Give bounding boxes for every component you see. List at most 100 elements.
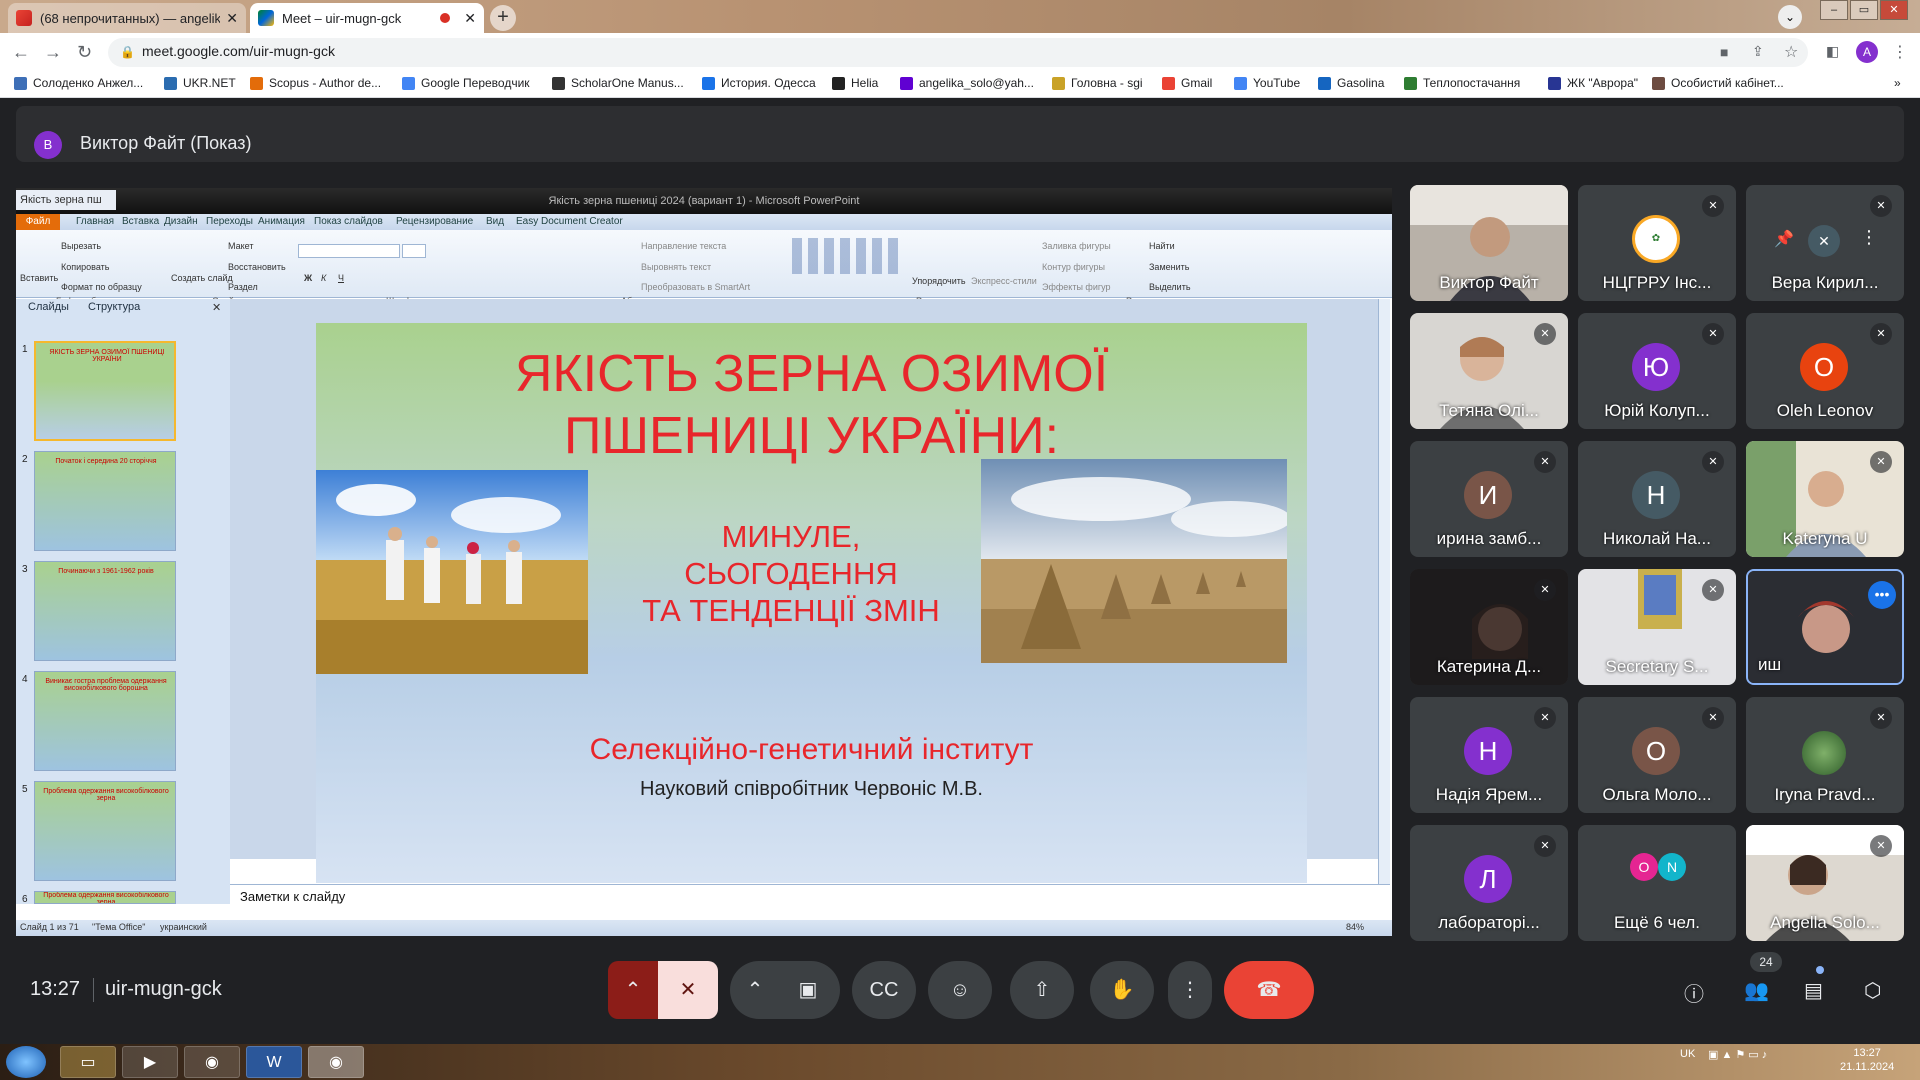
address-bar[interactable]: [108, 38, 1808, 67]
pp-menu-item[interactable]: Вставка: [122, 216, 159, 227]
pp-underline-button[interactable]: Ч: [338, 273, 344, 283]
tray-icons[interactable]: ▣ ▲ ⚑ ▭ ♪: [1708, 1048, 1767, 1061]
pp-italic-button[interactable]: К: [321, 273, 326, 283]
pp-shape-outline[interactable]: Контур фигуры: [1042, 262, 1105, 272]
pp-paste[interactable]: Вставить: [20, 273, 58, 283]
bookmark-item[interactable]: Gasolina: [1318, 76, 1384, 90]
reload-icon[interactable]: ↻: [77, 42, 92, 63]
explorer-icon[interactable]: ▭: [60, 1046, 116, 1078]
pp-notes-area[interactable]: [230, 884, 1390, 910]
side-panel-icon[interactable]: ◧: [1826, 43, 1839, 60]
more-options-button[interactable]: ⋮: [1168, 961, 1212, 1019]
word-icon[interactable]: W: [246, 1046, 302, 1078]
profile-avatar[interactable]: A: [1856, 41, 1878, 63]
pp-shapes-gallery[interactable]: [792, 238, 902, 274]
pp-menu-item[interactable]: Дизайн: [164, 216, 198, 227]
pp-font-name-input[interactable]: [298, 244, 400, 258]
url-text[interactable]: meet.google.com/uir-mugn-gck: [142, 43, 335, 59]
more-options-icon[interactable]: ⋮: [1860, 227, 1878, 248]
participant-tile[interactable]: ✕ Ю Юрій Колуп...: [1578, 313, 1736, 429]
close-icon[interactable]: ✕: [464, 10, 476, 27]
pp-menu-item[interactable]: Анимация: [258, 216, 305, 227]
slide-thumb[interactable]: Проблема одержання високобілкового зерна: [34, 891, 176, 904]
bookmark-item[interactable]: Теплопостачання: [1404, 76, 1520, 90]
audio-options-button[interactable]: ⌃: [608, 961, 658, 1019]
bookmark-item[interactable]: Helia: [832, 76, 878, 90]
bookmark-item[interactable]: Особистий кабінет...: [1652, 76, 1784, 90]
slide-thumb[interactable]: Починаючи з 1961-1962 років: [34, 561, 176, 661]
tray-lang[interactable]: UK: [1680, 1048, 1695, 1060]
pp-shape-effects[interactable]: Эффекты фигур: [1042, 282, 1111, 292]
participant-tile[interactable]: ✕ О Ольга Моло...: [1578, 697, 1736, 813]
participant-tile[interactable]: ✕ Kateryna U: [1746, 441, 1904, 557]
more-options-icon[interactable]: •••: [1868, 581, 1896, 609]
video-options-button[interactable]: ⌃: [730, 961, 780, 1019]
bookmark-item[interactable]: angelika_solo@yah...: [900, 76, 1034, 90]
participant-tile[interactable]: ✕ Л лабораторі...: [1410, 825, 1568, 941]
new-tab-button[interactable]: +: [490, 5, 516, 31]
pp-quick-styles[interactable]: Экспресс-стили: [971, 276, 1037, 286]
slide-thumb[interactable]: Виникає гостра проблема одержання високо…: [34, 671, 176, 771]
bookmarks-overflow-icon[interactable]: »: [1894, 76, 1901, 90]
more-participants-tile[interactable]: O N Ещё 6 чел.: [1578, 825, 1736, 941]
leave-call-button[interactable]: ☎: [1224, 961, 1314, 1019]
close-window-button[interactable]: ✕: [1880, 0, 1908, 20]
pp-tab-outline[interactable]: Структура: [88, 301, 140, 313]
bookmark-star-icon[interactable]: ☆: [1784, 42, 1798, 62]
activities-icon[interactable]: ⬡: [1864, 978, 1881, 1003]
captions-button[interactable]: CC: [852, 961, 916, 1019]
pp-cut[interactable]: Вырезать: [61, 241, 101, 251]
bookmark-item[interactable]: ЖК "Аврора": [1548, 76, 1638, 90]
pp-format-painter[interactable]: Формат по образцу: [61, 282, 142, 292]
raise-hand-button[interactable]: ✋: [1090, 961, 1154, 1019]
slide-thumb[interactable]: ЯКІСТЬ ЗЕРНА ОЗИМОЇ ПШЕНИЦІ УКРАЇНИ: [34, 341, 176, 441]
slide-thumb[interactable]: Початок і середина 20 сторіччя: [34, 451, 176, 551]
close-icon[interactable]: ✕: [212, 301, 221, 314]
bookmark-item[interactable]: История. Одесса: [702, 76, 816, 90]
info-icon[interactable]: ⓘ: [1684, 978, 1704, 1007]
mic-toggle-button[interactable]: ✕: [658, 961, 718, 1019]
pp-new-slide[interactable]: Создать слайд: [171, 273, 233, 283]
pp-shape-fill[interactable]: Заливка фигуры: [1042, 241, 1111, 251]
participant-tile[interactable]: ✕ Angella Solo...: [1746, 825, 1904, 941]
participant-tile[interactable]: ✕ Secretary S...: [1578, 569, 1736, 685]
pp-menu-item[interactable]: Easy Document Creator: [516, 216, 623, 227]
back-icon[interactable]: ←: [12, 42, 30, 63]
bookmark-item[interactable]: Scopus - Author de...: [250, 76, 381, 90]
people-icon[interactable]: 👥: [1744, 978, 1769, 1003]
pp-text-direction[interactable]: Направление текста: [641, 241, 726, 251]
chrome-active-icon[interactable]: ◉: [308, 1046, 364, 1078]
pp-menu-item[interactable]: Рецензирование: [396, 216, 473, 227]
participant-tile[interactable]: Виктор Файт: [1410, 185, 1568, 301]
bookmark-item[interactable]: Gmail: [1162, 76, 1212, 90]
camera-toggle-button[interactable]: ▣: [776, 961, 840, 1019]
participant-tile[interactable]: ✕ 📌 ✕ ⋮ Вера Кирил...: [1746, 185, 1904, 301]
pp-menu-item[interactable]: Вид: [486, 216, 504, 227]
pp-reset[interactable]: Восстановить: [228, 262, 286, 272]
bookmark-item[interactable]: Солоденко Анжел...: [14, 76, 143, 90]
share-icon[interactable]: ⇪: [1752, 43, 1764, 60]
pp-select[interactable]: Выделить: [1149, 282, 1191, 292]
tab-meet[interactable]: Meet – uir-mugn-gck ✕: [250, 3, 484, 33]
participant-tile-self[interactable]: ••• иш: [1746, 569, 1904, 685]
chrome-icon[interactable]: ◉: [184, 1046, 240, 1078]
mute-participant-icon[interactable]: ✕: [1808, 225, 1840, 257]
participant-tile[interactable]: ✕ Катерина Д...: [1410, 569, 1568, 685]
pp-font-size-input[interactable]: [402, 244, 426, 258]
participant-tile[interactable]: ✕ Н Николай На...: [1578, 441, 1736, 557]
pp-menu-item[interactable]: Показ слайдов: [314, 216, 383, 227]
lock-icon[interactable]: 🔒: [120, 45, 135, 59]
pp-layout[interactable]: Макет: [228, 241, 253, 251]
pp-align-text[interactable]: Выровнять текст: [641, 262, 711, 272]
pp-replace[interactable]: Заменить: [1149, 262, 1189, 272]
pp-arrange[interactable]: Упорядочить: [912, 276, 966, 286]
taskbar-clock[interactable]: 13:27 21.11.2024: [1840, 1046, 1894, 1074]
participant-tile[interactable]: ✕ Н Надія Ярем...: [1410, 697, 1568, 813]
close-icon[interactable]: ✕: [226, 10, 238, 27]
maximize-button[interactable]: ▭: [1850, 0, 1878, 20]
pp-tab-slides[interactable]: Слайды: [28, 301, 69, 313]
camera-icon[interactable]: ■: [1720, 44, 1728, 60]
pp-section[interactable]: Раздел: [228, 282, 258, 292]
pp-status-zoom[interactable]: 84%: [1346, 922, 1364, 932]
pin-icon[interactable]: 📌: [1774, 229, 1794, 249]
